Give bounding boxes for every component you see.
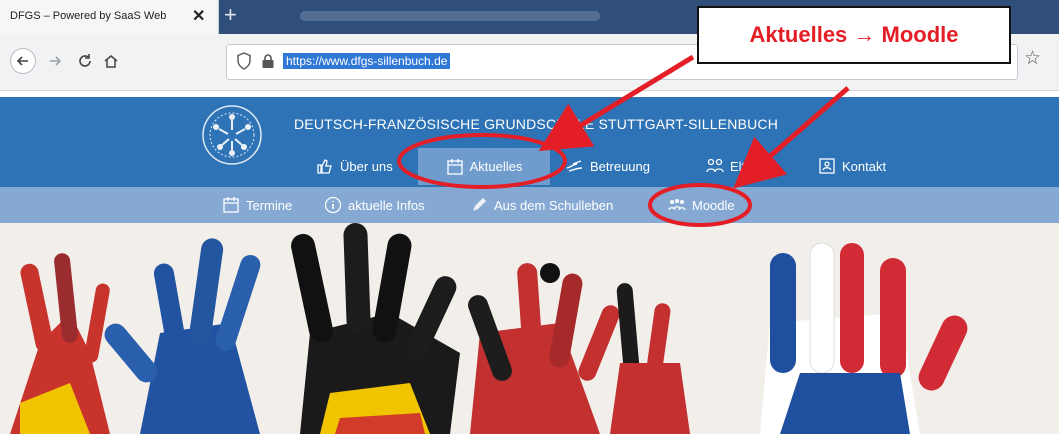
subnav-item-aktuelle-infos[interactable]: aktuelle Infos xyxy=(324,196,425,214)
subnav-item-termine[interactable]: Termine xyxy=(222,196,292,214)
hero-image xyxy=(0,223,1059,434)
subnav-label-schulleben: Aus dem Schulleben xyxy=(494,197,614,213)
nav-label-aktuelles: Aktuelles xyxy=(469,159,523,174)
callout-text: Aktuelles → Moodle xyxy=(749,22,959,47)
sub-navigation: Termine aktuelle Infos Aus dem Schullebe… xyxy=(0,187,1059,223)
thumbs-up-icon xyxy=(317,159,332,174)
back-button[interactable] xyxy=(10,48,36,74)
group-icon xyxy=(668,199,686,211)
browser-tab[interactable]: DFGS – Powered by SaaS Web ✕ xyxy=(0,0,219,34)
nav-item-betreuung[interactable]: Betreuung xyxy=(566,157,650,175)
tab-title: DFGS – Powered by SaaS Web xyxy=(10,10,167,22)
subnav-item-schulleben[interactable]: Aus dem Schulleben xyxy=(470,196,613,214)
contact-card-icon xyxy=(819,158,835,174)
annotation-callout: Aktuelles → Moodle xyxy=(697,6,1011,64)
nav-label-eltern: Eltern xyxy=(730,158,764,174)
pencil-icon xyxy=(473,198,486,211)
nav-item-eltern[interactable]: Eltern xyxy=(706,157,764,175)
nav-label-betreuung: Betreuung xyxy=(590,158,650,174)
info-icon xyxy=(324,196,342,214)
site-header: DEUTSCH-FRANZÖSISCHE GRUNDSCHULE STUTTGA… xyxy=(0,97,1059,187)
subnav-label-moodle: Moodle xyxy=(692,197,735,213)
nav-item-kontakt[interactable]: Kontakt xyxy=(818,157,886,175)
bookmark-star-icon[interactable]: ☆ xyxy=(1024,47,1041,70)
lock-icon[interactable] xyxy=(261,53,275,69)
calendar-icon xyxy=(446,158,463,175)
nav-label-kontakt: Kontakt xyxy=(842,158,887,174)
subnav-label-termine: Termine xyxy=(246,197,293,213)
calendar-icon xyxy=(223,197,239,213)
nav-label-ueber-uns: Über uns xyxy=(340,158,393,174)
reload-icon xyxy=(79,54,91,67)
home-button[interactable] xyxy=(98,48,124,74)
subnav-label-aktuelle-infos: aktuelle Infos xyxy=(348,197,425,213)
hands-icon xyxy=(566,160,583,172)
nav-item-aktuelles[interactable]: Aktuelles xyxy=(418,148,550,185)
home-icon xyxy=(104,55,118,68)
close-tab-icon[interactable]: ✕ xyxy=(192,6,205,26)
people-icon xyxy=(706,158,724,173)
painted-hands-illustration xyxy=(0,223,1059,434)
main-navigation: Über uns Aktuelles Betreuung Eltern Kont… xyxy=(0,147,1059,187)
arrow-left-icon xyxy=(16,56,28,66)
blurred-window-title xyxy=(300,11,600,21)
nav-item-ueber-uns[interactable]: Über uns xyxy=(316,157,393,175)
shield-icon[interactable] xyxy=(237,52,251,70)
arrow-right-icon xyxy=(50,56,62,66)
reload-button[interactable] xyxy=(72,48,98,74)
subnav-item-moodle[interactable]: Moodle xyxy=(668,196,735,214)
school-name: DEUTSCH-FRANZÖSISCHE GRUNDSCHULE STUTTGA… xyxy=(294,116,779,132)
url-text[interactable]: https://www.dfgs-sillenbuch.de xyxy=(283,53,451,69)
forward-button[interactable] xyxy=(42,48,68,74)
new-tab-icon[interactable]: + xyxy=(224,4,237,26)
